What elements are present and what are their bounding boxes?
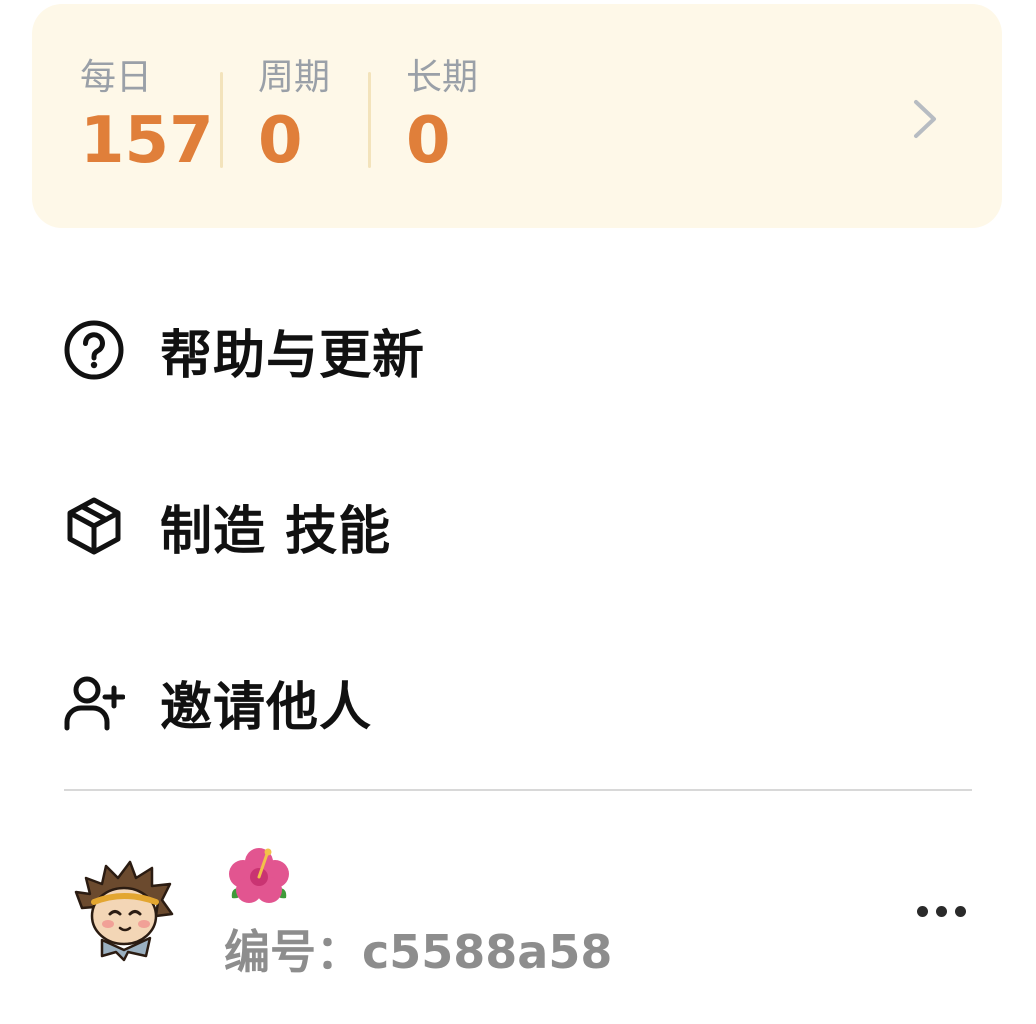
account-panel: 每日 157 周期 0 长期 0 帮助与更新 制造 技能 邀请他人 编号：c55… [0, 0, 1036, 1024]
package-icon [62, 494, 126, 558]
chevron-right-icon[interactable] [904, 94, 944, 144]
section-divider [64, 789, 972, 791]
stat-daily: 每日 157 [80, 56, 214, 176]
menu-item-help[interactable]: 帮助与更新 [62, 310, 972, 390]
stat-divider [220, 72, 223, 168]
stat-cycle: 周期 0 [258, 56, 330, 176]
menu-item-label: 制造 技能 [160, 501, 392, 562]
menu-item-label: 帮助与更新 [160, 325, 426, 386]
help-circle-icon [62, 318, 126, 382]
hibiscus-emoji [229, 848, 289, 903]
stat-cycle-value: 0 [258, 104, 303, 178]
menu-item-create-skill[interactable]: 制造 技能 [62, 486, 972, 566]
user-id-text: 编号：c5588a58 [224, 925, 613, 979]
stat-long-term-value: 0 [406, 104, 451, 178]
menu-item-label: 邀请他人 [160, 677, 373, 738]
stat-daily-label: 每日 [80, 57, 153, 98]
user-plus-icon [62, 670, 126, 734]
stat-long-term: 长期 0 [406, 56, 478, 176]
avatar[interactable] [72, 858, 176, 962]
more-dots-icon[interactable] [906, 888, 976, 934]
menu-item-invite[interactable]: 邀请他人 [62, 662, 972, 742]
stat-divider [368, 72, 371, 168]
stat-long-term-label: 长期 [406, 57, 479, 98]
stat-cycle-label: 周期 [258, 57, 331, 98]
stat-daily-value: 157 [80, 104, 214, 178]
quota-stats-card[interactable]: 每日 157 周期 0 长期 0 [32, 4, 1002, 228]
